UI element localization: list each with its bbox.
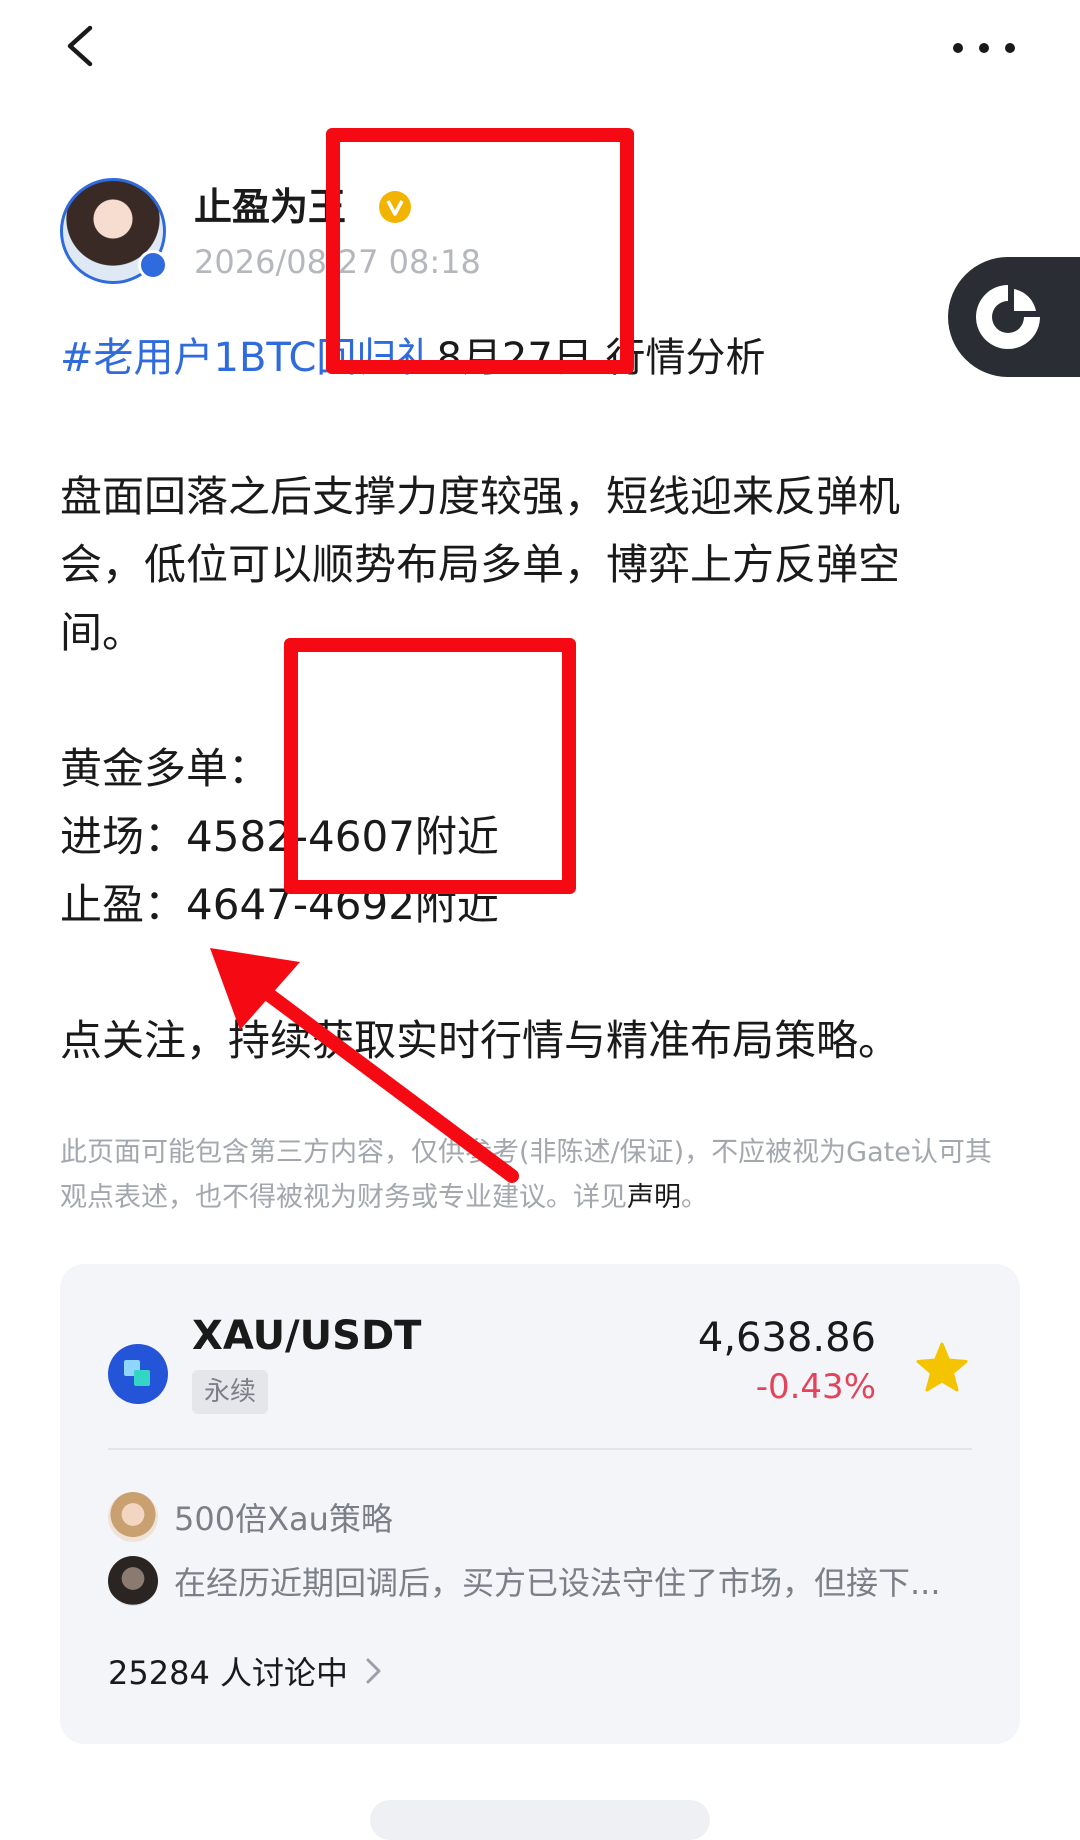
annotation-box	[284, 638, 576, 894]
commenter-avatar	[108, 1556, 158, 1606]
disclaimer-end: 。	[681, 1182, 708, 1213]
market-card[interactable]: XAU/USDT 永续 4,638.86 -0.43% 500倍Xau策略 在经…	[60, 1264, 1020, 1744]
post-paragraph: 盘面回落之后支撑力度较强，短线迎来反弹机会，低位可以顺势布局多单，博弈上方反弹空…	[60, 472, 901, 657]
pie-chart-icon	[976, 285, 1040, 349]
pair-name: XAU/USDT	[192, 1313, 422, 1359]
annotation-box	[326, 128, 634, 374]
chevron-right-icon	[366, 1658, 381, 1684]
floating-action-button[interactable]	[948, 257, 1080, 377]
author-name[interactable]: 止盈为王	[194, 182, 346, 232]
back-icon[interactable]	[58, 22, 106, 70]
coin-icon	[108, 1344, 168, 1404]
pair-price: 4,638.86	[697, 1315, 876, 1361]
discussion-count: 25284 人讨论中	[108, 1654, 348, 1692]
comment-preview: 在经历近期回调后，买方已设法守住了市场，但接下...	[174, 1564, 941, 1602]
strategy-name: 500倍Xau策略	[174, 1500, 393, 1538]
avatar-badge-icon	[138, 250, 168, 280]
card-divider	[108, 1448, 972, 1450]
strategy-avatar	[108, 1492, 158, 1542]
bottom-sheet-handle[interactable]	[370, 1800, 710, 1840]
annotation-arrow	[210, 948, 519, 1183]
discussion-link[interactable]: 25284 人讨论中	[108, 1646, 386, 1696]
more-icon[interactable]	[950, 22, 1020, 70]
star-icon[interactable]	[914, 1340, 970, 1396]
strategy-row[interactable]: 500倍Xau策略	[108, 1490, 393, 1544]
statement-link[interactable]: 声明	[627, 1182, 681, 1213]
pair-change: -0.43%	[755, 1367, 876, 1407]
pair-tag: 永续	[192, 1370, 269, 1414]
comment-row[interactable]: 在经历近期回调后，买方已设法守住了市场，但接下...	[108, 1554, 941, 1608]
